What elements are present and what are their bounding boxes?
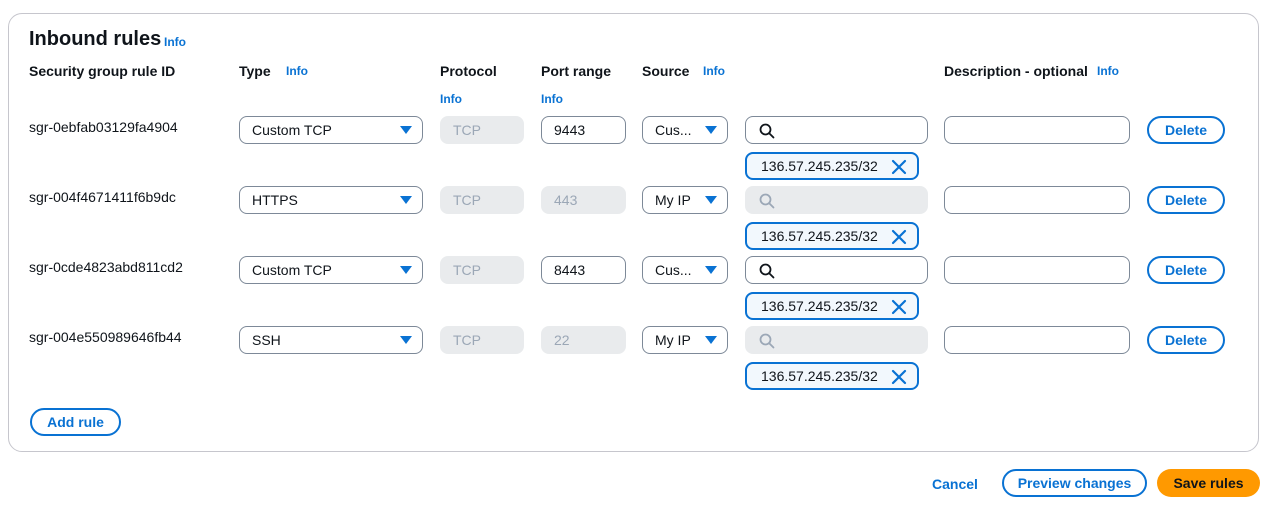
section-title: Inbound rules — [29, 28, 162, 50]
description-input[interactable] — [944, 186, 1130, 214]
source-select[interactable]: My IP — [642, 326, 728, 354]
close-icon[interactable] — [891, 159, 907, 175]
port-range-input[interactable]: 8443 — [541, 256, 626, 284]
description-info-link[interactable]: Info — [1097, 64, 1119, 78]
col-header-source: Source — [642, 63, 690, 79]
cancel-button[interactable]: Cancel — [932, 476, 978, 492]
caret-down-icon — [400, 266, 412, 274]
search-icon — [759, 193, 775, 209]
delete-button[interactable]: Delete — [1147, 326, 1225, 354]
close-icon[interactable] — [891, 229, 907, 245]
close-icon[interactable] — [891, 299, 907, 315]
cidr-token: 136.57.245.235/32 — [745, 292, 919, 320]
port-range-input[interactable]: 9443 — [541, 116, 626, 144]
caret-down-icon — [400, 126, 412, 134]
col-header-port-range: Port range — [541, 63, 612, 79]
description-input[interactable] — [944, 116, 1130, 144]
source-select[interactable]: Cus... — [642, 116, 728, 144]
section-info-link[interactable]: Info — [164, 35, 186, 49]
cidr-token: 136.57.245.235/32 — [745, 152, 919, 180]
cidr-search-input — [745, 326, 928, 354]
caret-down-icon — [705, 336, 717, 344]
delete-button[interactable]: Delete — [1147, 186, 1225, 214]
protocol-info-link[interactable]: Info — [440, 92, 462, 106]
search-icon — [759, 123, 775, 139]
preview-changes-button[interactable]: Preview changes — [1002, 469, 1147, 497]
save-rules-button[interactable]: Save rules — [1157, 469, 1260, 497]
rule-id: sgr-004e550989646fb44 — [29, 329, 182, 345]
description-input[interactable] — [944, 256, 1130, 284]
delete-button[interactable]: Delete — [1147, 116, 1225, 144]
caret-down-icon — [400, 196, 412, 204]
rule-id: sgr-0cde4823abd811cd2 — [29, 259, 183, 275]
port-range-info-link[interactable]: Info — [541, 92, 563, 106]
cidr-search-input[interactable] — [745, 256, 928, 284]
type-select[interactable]: Custom TCP — [239, 256, 423, 284]
source-select[interactable]: Cus... — [642, 256, 728, 284]
source-info-link[interactable]: Info — [703, 64, 725, 78]
protocol-field: TCP — [440, 256, 524, 284]
col-header-rule-id: Security group rule ID — [29, 63, 176, 79]
search-icon — [759, 263, 775, 279]
search-icon — [759, 333, 775, 349]
type-select[interactable]: Custom TCP — [239, 116, 423, 144]
type-select[interactable]: SSH — [239, 326, 423, 354]
caret-down-icon — [400, 336, 412, 344]
protocol-field: TCP — [440, 116, 524, 144]
caret-down-icon — [705, 126, 717, 134]
type-info-link[interactable]: Info — [286, 64, 308, 78]
caret-down-icon — [705, 266, 717, 274]
protocol-field: TCP — [440, 186, 524, 214]
cidr-token: 136.57.245.235/32 — [745, 362, 919, 390]
port-range-field: 443 — [541, 186, 626, 214]
cidr-search-input[interactable] — [745, 116, 928, 144]
col-header-type: Type — [239, 63, 271, 79]
rule-id: sgr-004f4671411f6b9dc — [29, 189, 176, 205]
close-icon[interactable] — [891, 369, 907, 385]
delete-button[interactable]: Delete — [1147, 256, 1225, 284]
source-select[interactable]: My IP — [642, 186, 728, 214]
col-header-protocol: Protocol — [440, 63, 497, 79]
protocol-field: TCP — [440, 326, 524, 354]
add-rule-button[interactable]: Add rule — [30, 408, 121, 436]
type-select[interactable]: HTTPS — [239, 186, 423, 214]
cidr-search-input — [745, 186, 928, 214]
port-range-field: 22 — [541, 326, 626, 354]
rule-id: sgr-0ebfab03129fa4904 — [29, 119, 178, 135]
col-header-description: Description - optional — [944, 63, 1088, 79]
cidr-token: 136.57.245.235/32 — [745, 222, 919, 250]
description-input[interactable] — [944, 326, 1130, 354]
caret-down-icon — [705, 196, 717, 204]
